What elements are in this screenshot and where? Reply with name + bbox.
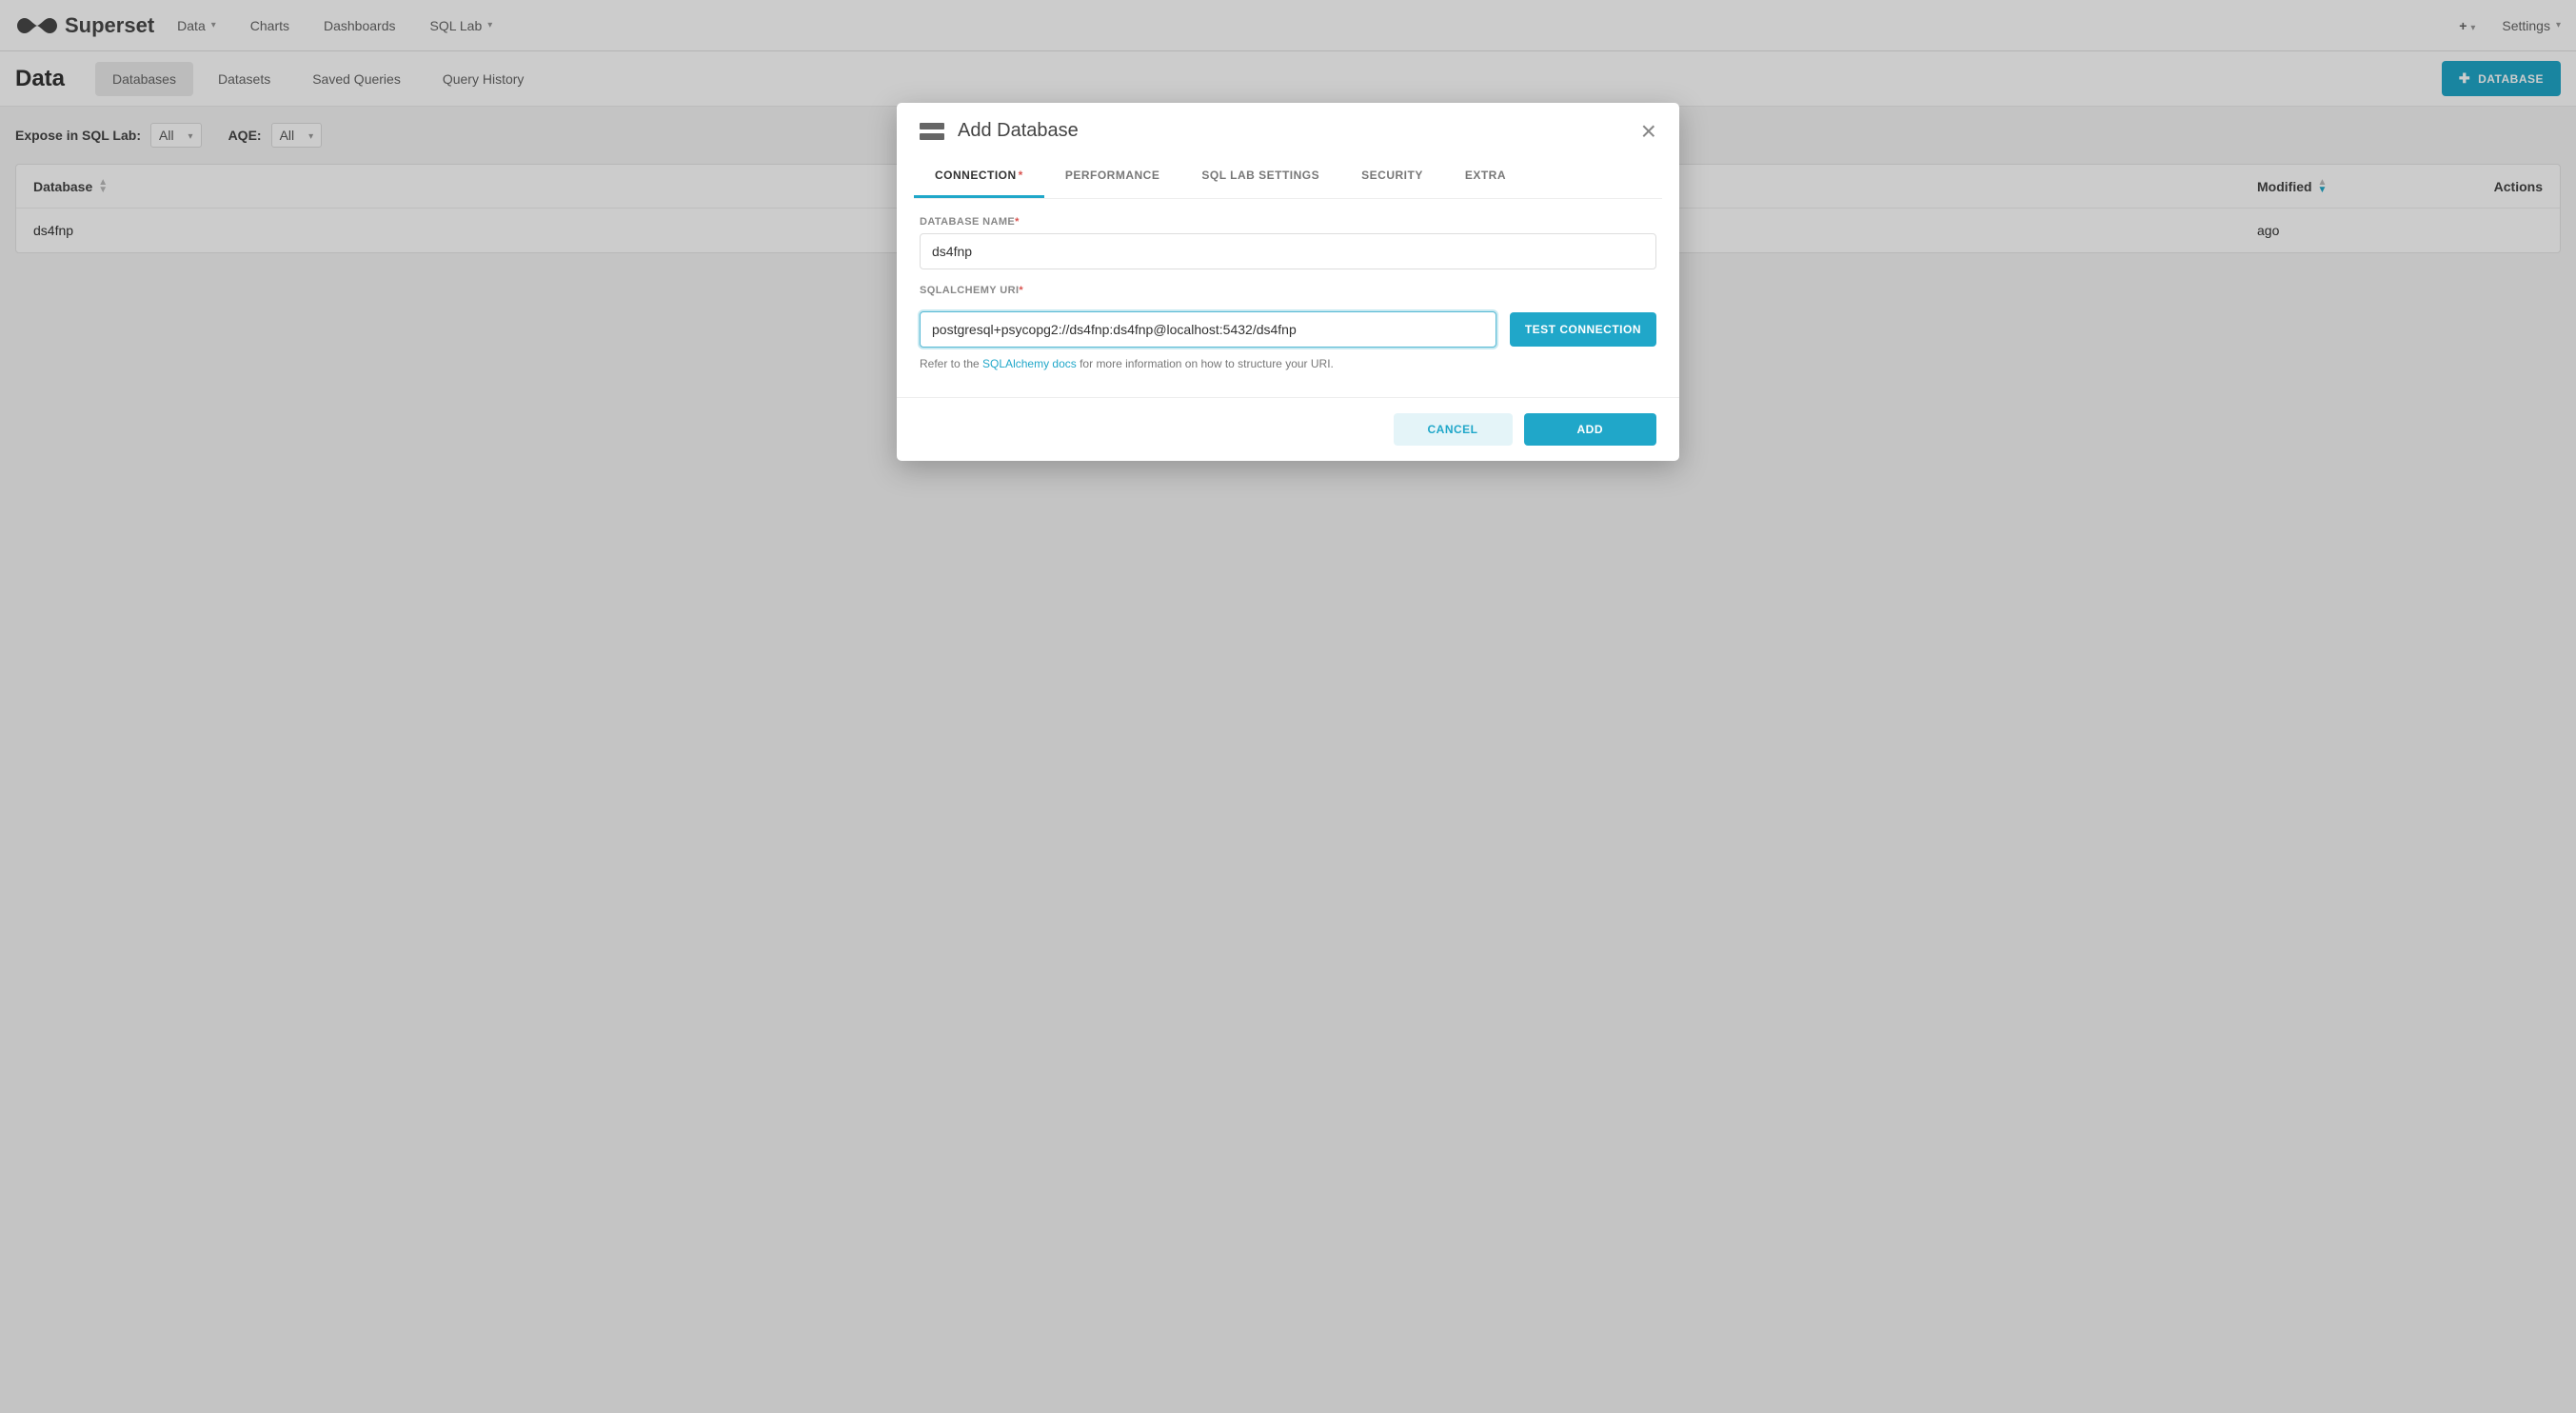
brand-name: Superset xyxy=(65,13,154,38)
superset-logo-icon xyxy=(15,16,59,35)
tab-saved-queries[interactable]: Saved Queries xyxy=(295,62,418,96)
uri-label: SQLALCHEMY URI* xyxy=(920,285,1656,296)
tab-security[interactable]: SECURITY xyxy=(1340,155,1444,198)
modal-tabs: CONNECTION* PERFORMANCE SQL LAB SETTINGS… xyxy=(897,155,1679,198)
cell-modified: ago xyxy=(2257,223,2428,238)
sqlalchemy-uri-input[interactable] xyxy=(920,311,1496,348)
tab-datasets[interactable]: Datasets xyxy=(201,62,287,96)
tab-extra[interactable]: EXTRA xyxy=(1444,155,1527,198)
db-name-label: DATABASE NAME* xyxy=(920,216,1656,228)
add-menu[interactable]: + ▾ xyxy=(2459,18,2475,33)
tab-query-history[interactable]: Query History xyxy=(426,62,542,96)
modal-title: Add Database xyxy=(958,120,1079,142)
chevron-down-icon: ▾ xyxy=(487,20,492,30)
plus-icon: + xyxy=(2459,18,2467,33)
plus-icon: ✚ xyxy=(2459,70,2470,87)
close-icon[interactable]: × xyxy=(1641,122,1656,141)
tab-performance[interactable]: PERFORMANCE xyxy=(1044,155,1181,198)
nav-settings[interactable]: Settings ▾ xyxy=(2502,18,2561,33)
filter-expose-select[interactable]: All ▾ xyxy=(150,123,202,148)
nav-dashboards[interactable]: Dashboards xyxy=(324,18,396,33)
add-database-modal: Add Database × CONNECTION* PERFORMANCE S… xyxy=(897,103,1679,461)
tab-sql-lab-settings[interactable]: SQL LAB SETTINGS xyxy=(1180,155,1340,198)
sub-header: Data Databases Datasets Saved Queries Qu… xyxy=(0,51,2576,107)
uri-hint: Refer to the SQLAlchemy docs for more in… xyxy=(920,357,1656,370)
modal-footer: CANCEL ADD xyxy=(897,397,1679,461)
filter-aqe: AQE: All ▾ xyxy=(228,123,323,148)
cancel-button[interactable]: CANCEL xyxy=(1394,413,1513,446)
sub-tabs: Databases Datasets Saved Queries Query H… xyxy=(95,62,541,96)
nav-items: Data ▾ Charts Dashboards SQL Lab ▾ xyxy=(177,18,492,33)
nav-data[interactable]: Data ▾ xyxy=(177,18,216,33)
add-database-button[interactable]: ✚ DATABASE xyxy=(2442,61,2561,96)
modal-header: Add Database × xyxy=(897,103,1679,155)
page-title: Data xyxy=(15,66,65,92)
brand[interactable]: Superset xyxy=(15,13,154,38)
sort-icon: ▲▼ xyxy=(2318,179,2328,194)
chevron-down-icon: ▾ xyxy=(2556,20,2561,30)
tab-databases[interactable]: Databases xyxy=(95,62,193,96)
add-button[interactable]: ADD xyxy=(1524,413,1657,446)
tab-connection[interactable]: CONNECTION* xyxy=(914,155,1044,198)
filter-expose: Expose in SQL Lab: All ▾ xyxy=(15,123,202,148)
test-connection-button[interactable]: TEST CONNECTION xyxy=(1510,312,1656,347)
db-name-input[interactable] xyxy=(920,233,1656,269)
chevron-down-icon: ▾ xyxy=(188,131,193,142)
sqlalchemy-docs-link[interactable]: SQLAlchemy docs xyxy=(982,357,1077,370)
nav-sql-lab[interactable]: SQL Lab ▾ xyxy=(430,18,493,33)
sort-icon: ▲▼ xyxy=(98,179,108,194)
nav-right: + ▾ Settings ▾ xyxy=(2459,18,2561,33)
top-nav: Superset Data ▾ Charts Dashboards SQL La… xyxy=(0,0,2576,51)
chevron-down-icon: ▾ xyxy=(308,131,313,142)
filter-aqe-select[interactable]: All ▾ xyxy=(271,123,323,148)
col-modified-header[interactable]: Modified ▲▼ xyxy=(2257,179,2428,194)
database-icon xyxy=(920,123,944,140)
nav-charts[interactable]: Charts xyxy=(250,18,289,33)
modal-body: DATABASE NAME* SQLALCHEMY URI* TEST CONN… xyxy=(897,199,1679,397)
chevron-down-icon: ▾ xyxy=(2470,23,2475,33)
col-actions-header: Actions xyxy=(2428,179,2543,194)
chevron-down-icon: ▾ xyxy=(211,20,216,30)
